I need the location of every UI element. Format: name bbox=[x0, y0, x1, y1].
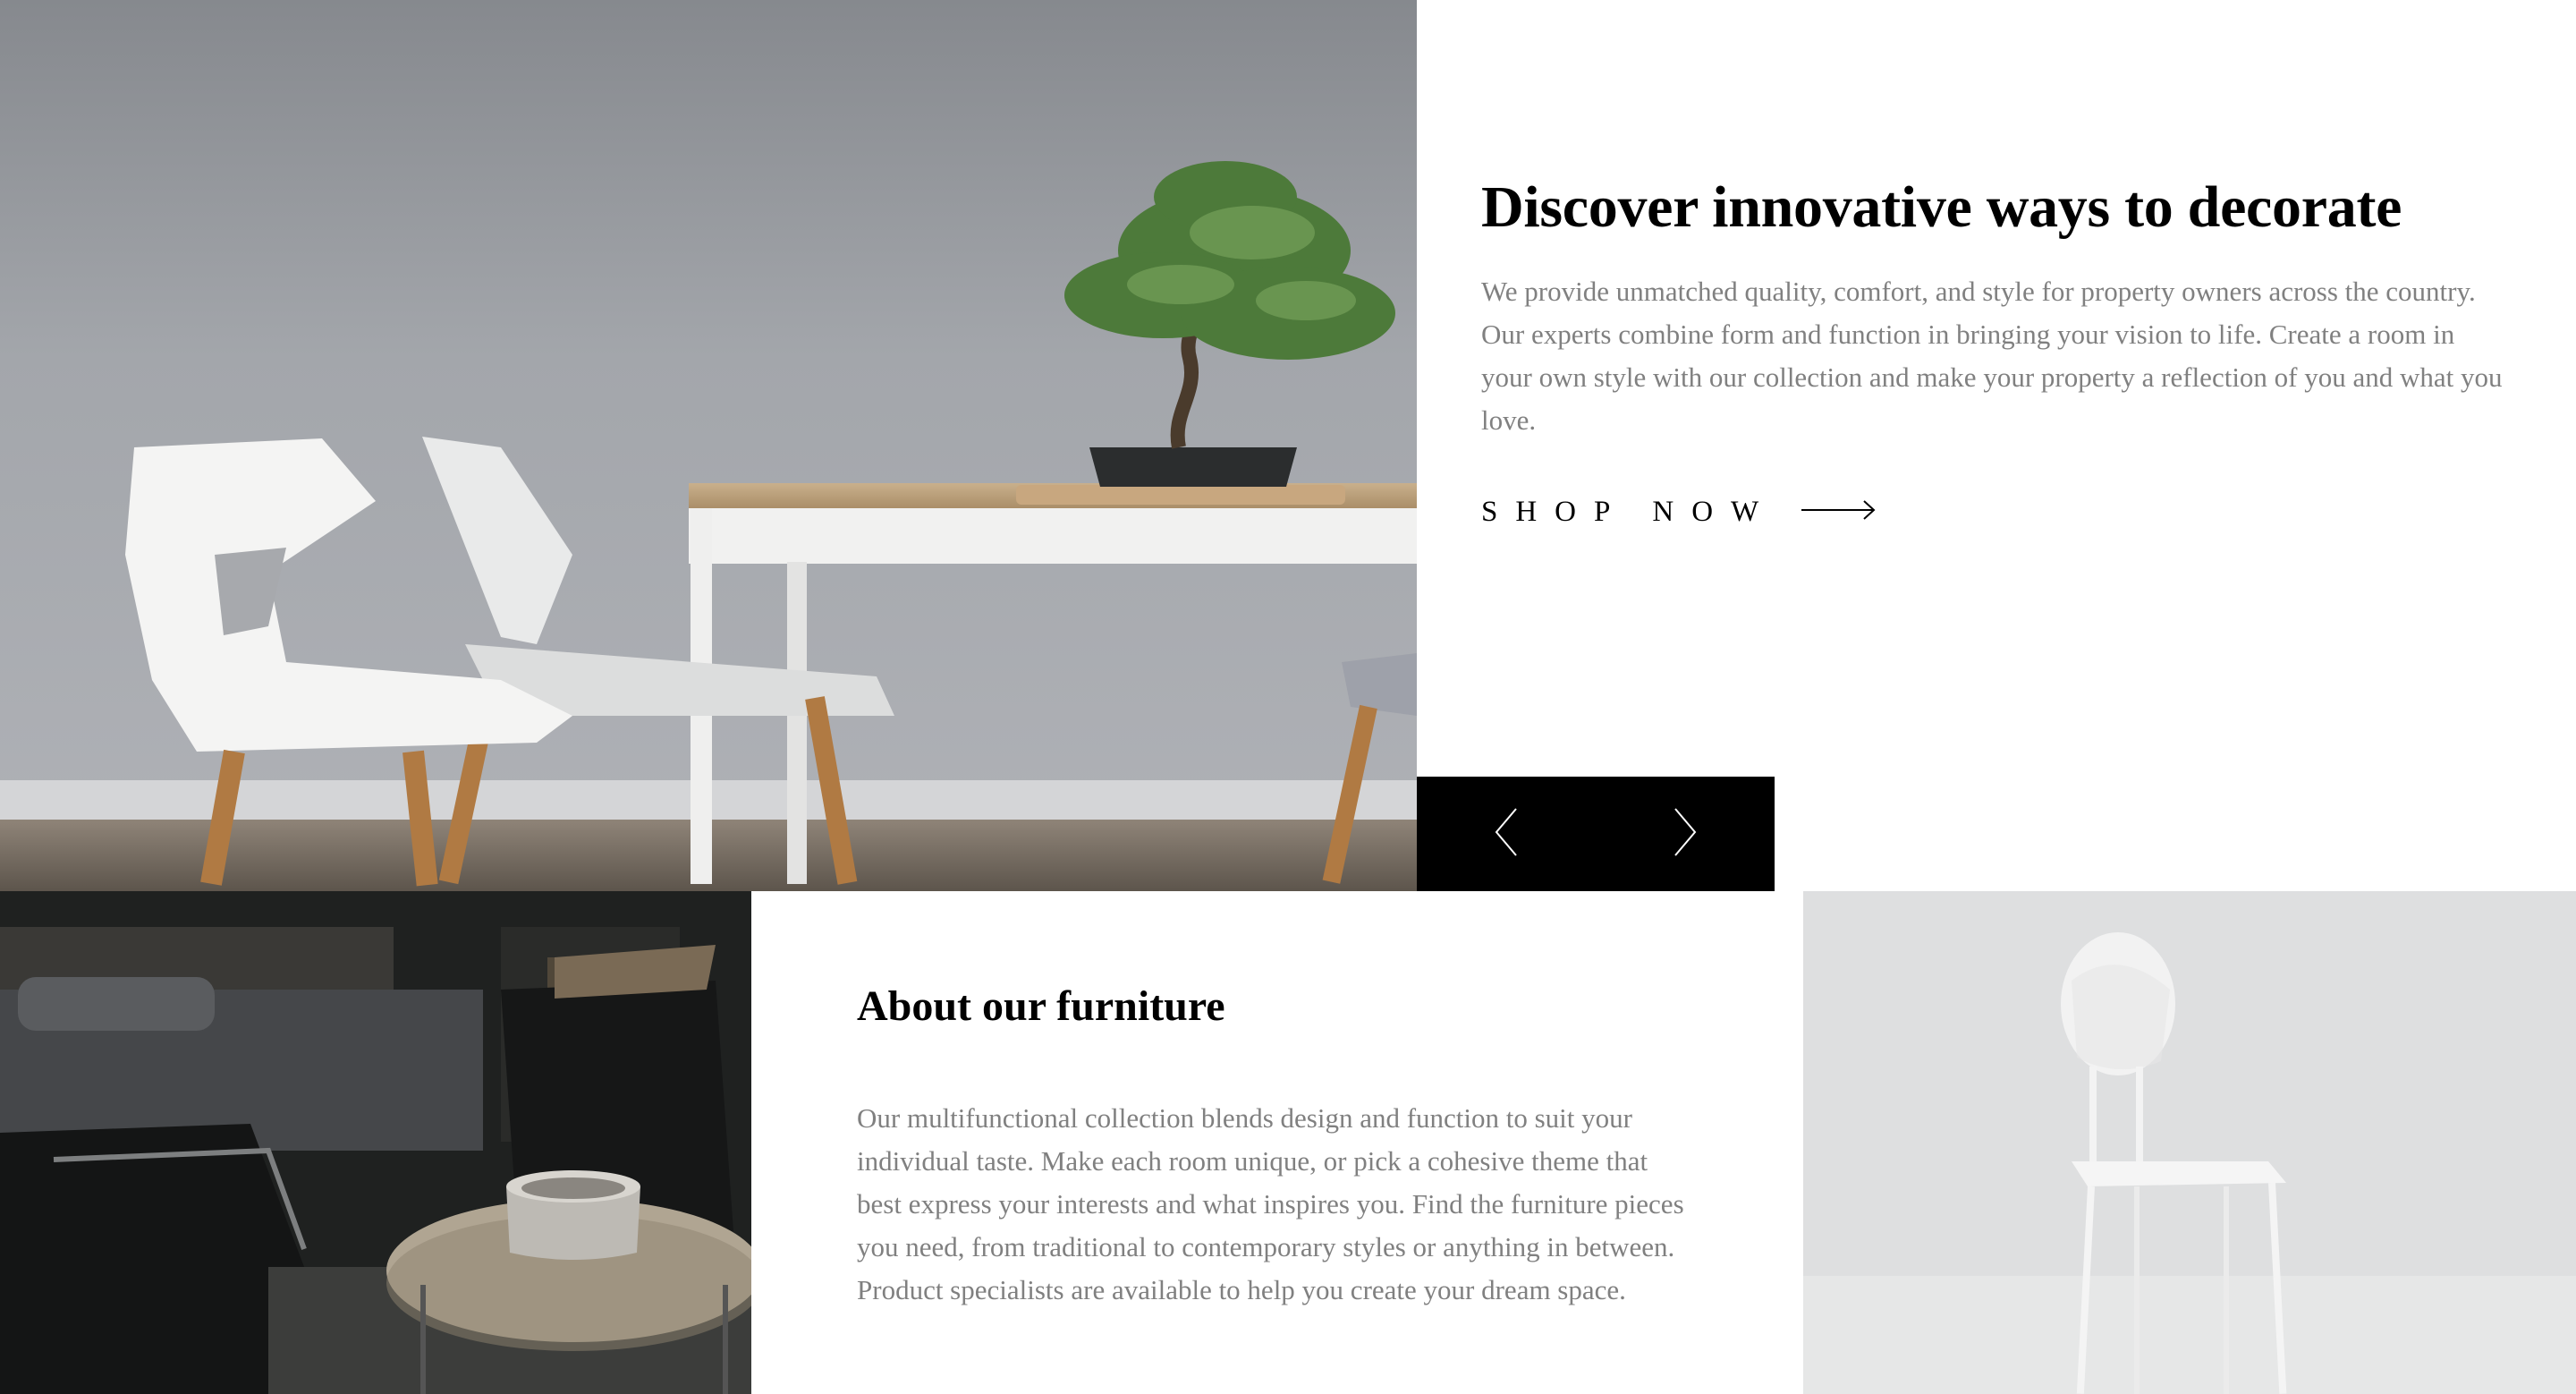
white-chair-photo bbox=[1803, 891, 2576, 1394]
next-slide-button[interactable] bbox=[1596, 777, 1775, 891]
white-chair-image bbox=[1803, 891, 2576, 1394]
chevron-right-icon bbox=[1672, 807, 1699, 862]
about-description: Our multifunctional collection blends de… bbox=[857, 1102, 1684, 1305]
hero-title: Discover innovative ways to decorate bbox=[1481, 174, 2402, 240]
shop-now-link[interactable]: SHOP NOW bbox=[1481, 490, 1877, 533]
hero-description: We provide unmatched quality, comfort, a… bbox=[1481, 276, 2503, 436]
living-room-photo bbox=[0, 891, 751, 1394]
previous-slide-button[interactable] bbox=[1417, 777, 1596, 891]
dining-room-photo bbox=[0, 0, 1417, 891]
long-arrow-right-icon bbox=[1801, 499, 1877, 525]
chevron-left-icon bbox=[1493, 807, 1520, 862]
shop-now-label: SHOP NOW bbox=[1481, 495, 1777, 528]
living-room-image bbox=[0, 891, 751, 1394]
slider-controls bbox=[1417, 777, 1775, 891]
hero-image bbox=[0, 0, 1417, 891]
about-title: About our furniture bbox=[857, 982, 1225, 1030]
